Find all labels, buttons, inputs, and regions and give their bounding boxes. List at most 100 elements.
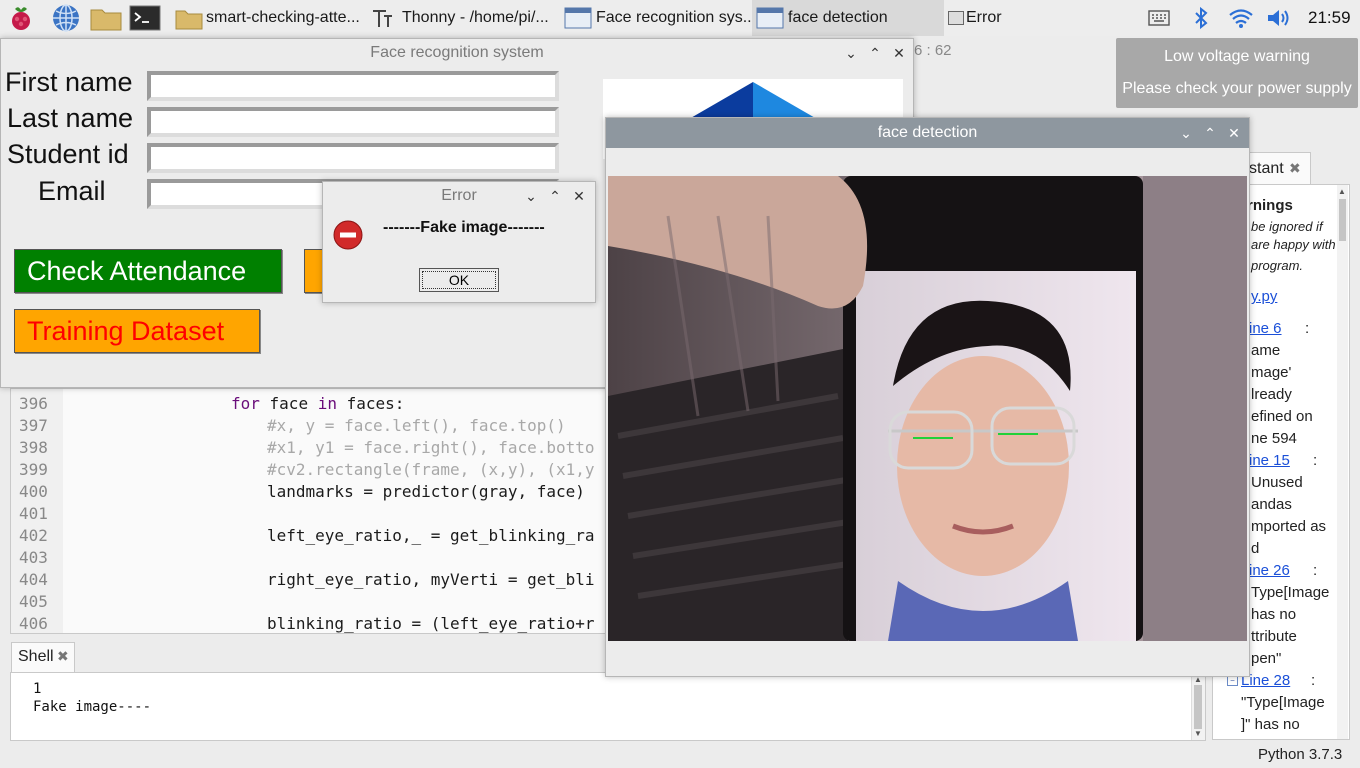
warning-link[interactable]: ine 6 (1249, 320, 1282, 337)
assistant-text: Type[Image (1251, 584, 1330, 601)
close-icon[interactable]: ✖ (57, 648, 69, 665)
tab-label: stant (1249, 160, 1284, 177)
task-thonny[interactable]: Thonny - /home/pi/... (366, 0, 560, 36)
code-editor[interactable]: 396 for face in faces: 397 #x, y = face.… (10, 388, 608, 634)
last-name-field[interactable] (147, 107, 559, 137)
assistant-scrollbar[interactable]: ▲ (1337, 185, 1348, 739)
assistant-text: pen" (1251, 650, 1282, 667)
scroll-down-icon[interactable]: ▼ (1194, 729, 1202, 738)
assistant-text: are happy with (1251, 237, 1336, 252)
close-icon[interactable]: ✕ (889, 43, 909, 63)
scrollbar-thumb[interactable] (1194, 685, 1202, 729)
warning-link[interactable]: ine 26 (1249, 562, 1290, 579)
scrollbar-thumb[interactable] (1339, 199, 1346, 241)
code-line: left_eye_ratio,_ = get_blinking_ra (267, 526, 595, 545)
python-version: Python 3.7.3 (1258, 746, 1343, 763)
web-browser-icon[interactable] (51, 3, 81, 33)
task-face-recognition[interactable]: Face recognition sys... (560, 0, 752, 36)
tab-shell[interactable]: Shell ✖ (11, 642, 75, 673)
error-icon (333, 220, 363, 255)
notification-title: Low voltage warning (1164, 48, 1310, 65)
close-icon[interactable]: ✖ (1289, 160, 1301, 177)
code-line: #x, y = face.left(), face.top() (267, 416, 566, 435)
task-error[interactable]: Error (944, 0, 1064, 36)
tab-label: Shell (18, 648, 54, 665)
line-number: 397 (19, 416, 48, 435)
bluetooth-icon[interactable] (1192, 6, 1210, 35)
code-line: for face in faces: (231, 394, 405, 413)
assistant-text: ne 594 (1251, 430, 1297, 447)
assistant-text: Unused (1251, 474, 1303, 491)
taskbar: smart-checking-atte... Thonny - /home/pi… (0, 0, 1360, 37)
task-smart-checking[interactable]: smart-checking-atte... (170, 0, 362, 36)
shell-output-line: 1 (33, 681, 42, 697)
window-icon (564, 6, 592, 30)
assistant-text: : (1305, 320, 1310, 337)
first-name-label: First name (5, 67, 133, 97)
warning-link[interactable]: ine 15 (1249, 452, 1290, 469)
line-number: 403 (19, 548, 48, 567)
line-number: 398 (19, 438, 48, 457)
assistant-text: ame (1251, 342, 1281, 359)
face-detection-window: face detection ⌄ ⌃ ✕ (605, 117, 1250, 677)
wifi-icon[interactable] (1228, 6, 1254, 35)
assistant-text: : (1313, 452, 1318, 469)
student-id-field[interactable] (147, 143, 559, 173)
code-line: right_eye_ratio, myVerti = get_bli (267, 570, 595, 589)
training-dataset-button[interactable]: Training Dataset (14, 309, 260, 353)
task-face-detection[interactable]: face detection (752, 0, 944, 36)
assistant-text: program. (1251, 258, 1304, 273)
window-icon (948, 11, 964, 25)
assistant-text: mage' (1251, 364, 1292, 381)
shell-scrollbar[interactable]: ▲ ▼ (1191, 673, 1205, 740)
keyboard-icon[interactable] (1148, 9, 1170, 32)
line-number: 400 (19, 482, 48, 501)
check-attendance-button[interactable]: Check Attendance (14, 249, 282, 293)
assistant-text: : (1311, 672, 1316, 689)
thonny-icon (370, 6, 398, 30)
code-line: landmarks = predictor(gray, face) (267, 482, 585, 501)
volume-icon[interactable] (1266, 6, 1292, 35)
student-id-label: Student id (7, 139, 129, 169)
window-title: face detection (877, 124, 978, 141)
close-icon[interactable]: ✕ (1224, 123, 1244, 143)
error-message: -------Fake image------- (383, 219, 545, 236)
window-titlebar[interactable]: Face recognition system (1, 39, 913, 67)
minimize-icon[interactable]: ⌄ (521, 186, 541, 206)
maximize-icon[interactable]: ⌃ (1200, 123, 1220, 143)
email-label: Email (38, 176, 106, 206)
first-name-field[interactable] (147, 71, 559, 101)
line-number: 405 (19, 592, 48, 611)
raspberry-menu-icon[interactable] (6, 3, 36, 33)
task-label: face detection (788, 9, 888, 26)
last-name-label: Last name (7, 103, 134, 133)
assistant-text: has no (1251, 606, 1297, 623)
assistant-text: andas (1251, 496, 1292, 513)
scroll-up-icon[interactable]: ▲ (1338, 187, 1346, 196)
error-dialog: Error ⌄ ⌃ ✕ -------Fake image------- OK (322, 181, 596, 303)
ok-button[interactable]: OK (419, 268, 499, 292)
assistant-text: efined on (1251, 408, 1313, 425)
maximize-icon[interactable]: ⌃ (545, 186, 565, 206)
camera-frame (608, 176, 1247, 641)
assistant-heading: rnings (1247, 197, 1293, 214)
low-voltage-notification[interactable]: Low voltage warning Please check your po… (1116, 38, 1358, 108)
window-titlebar[interactable]: face detection (606, 118, 1249, 148)
task-label: smart-checking-atte... (206, 9, 360, 26)
assistant-text: : (1313, 562, 1318, 579)
line-number: 396 (19, 394, 48, 413)
assistant-text: lready (1251, 386, 1292, 403)
line-number: 404 (19, 570, 48, 589)
shell-console[interactable]: 1 Fake image---- ▲ ▼ (10, 672, 1206, 741)
minimize-icon[interactable]: ⌄ (1176, 123, 1196, 143)
code-line: #cv2.rectangle(frame, (x,y), (x1,y (267, 460, 595, 479)
terminal-icon[interactable] (129, 3, 161, 33)
close-icon[interactable]: ✕ (569, 186, 589, 206)
task-label: Error (966, 9, 1002, 26)
folder-icon (174, 6, 203, 30)
maximize-icon[interactable]: ⌃ (865, 43, 885, 63)
minimize-icon[interactable]: ⌄ (841, 43, 861, 63)
file-link[interactable]: y.py (1251, 288, 1277, 305)
file-manager-icon[interactable] (89, 3, 122, 33)
tab-assistant[interactable]: stant ✖ (1244, 152, 1311, 185)
